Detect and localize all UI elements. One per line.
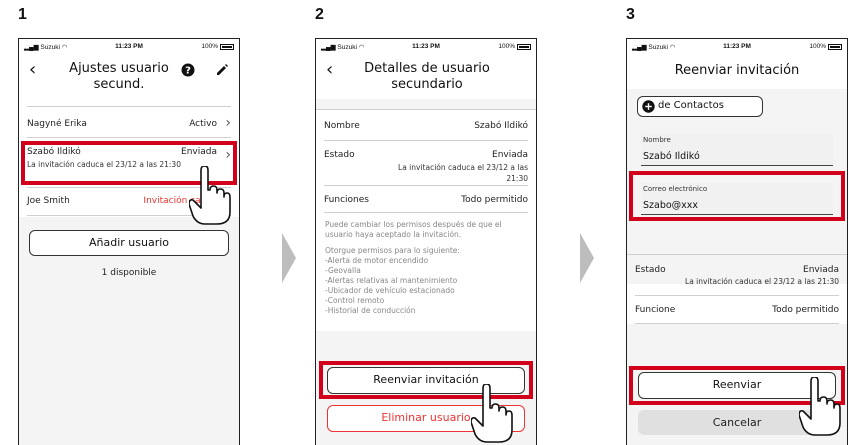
battery-icon — [517, 43, 531, 50]
divider — [27, 106, 231, 107]
step-arrow-icon — [282, 233, 296, 283]
phone-screen-2: ▂▄▆ Suzuki ◠ 11:23 PM 100% ‹ Detalles de… — [315, 38, 537, 445]
highlight-frame — [629, 171, 845, 221]
divider — [27, 137, 231, 138]
status-bar: ▂▄▆ Suzuki ◠ 11:23 PM 100% — [19, 39, 239, 53]
help-icon[interactable]: ? — [181, 63, 195, 77]
name-field[interactable]: Nombre Szabó Ildikó — [641, 134, 833, 166]
page-title: Reenviar invitación — [674, 63, 800, 78]
svg-text:?: ? — [185, 66, 191, 77]
step-number-1: 1 — [18, 6, 27, 23]
plus-circle-icon — [642, 100, 655, 113]
name-row: Nombre Szabó Ildikó — [324, 121, 528, 131]
battery-level: 100% — [201, 43, 218, 50]
divider — [324, 212, 528, 213]
divider — [316, 109, 536, 110]
page-title: Ajustes usuario secund. — [69, 61, 169, 92]
hand-pointer-icon — [471, 384, 513, 443]
hand-pointer-icon — [189, 166, 231, 225]
battery-icon — [828, 43, 842, 50]
phone-screen-3: ▂▄▆ Suzuki ◠ 11:23 PM 100% Reenviar invi… — [626, 38, 848, 445]
state-row: Estado Enviada La invitación caduca el 2… — [324, 150, 528, 183]
divider — [324, 140, 528, 141]
back-icon[interactable]: ‹ — [29, 61, 36, 79]
chevron-right-icon: › — [225, 115, 231, 131]
divider — [627, 254, 847, 255]
page-title: Detalles de usuario secundario — [364, 61, 490, 92]
step-number-2: 2 — [315, 6, 324, 23]
phone-screen-1: ▂▄▆ Suzuki ◠ 11:23 PM 100% ‹ Ajustes usu… — [18, 38, 240, 445]
divider — [324, 185, 528, 186]
step-number-3: 3 — [626, 6, 635, 23]
status-bar: ▂▄▆ Suzuki ◠ 11:23 PM 100% — [316, 39, 536, 53]
from-contacts-button[interactable]: de Contactos — [637, 96, 763, 117]
available-count: 1 disponible — [101, 268, 157, 278]
add-user-button[interactable]: Añadir usuario — [29, 230, 229, 256]
state-row: Estado Enviada La invitación caduca el 2… — [635, 265, 839, 286]
battery-icon — [220, 43, 234, 50]
edit-icon[interactable] — [215, 63, 229, 77]
status-bar: ▂▄▆ Suzuki ◠ 11:23 PM 100% — [627, 39, 847, 53]
hand-pointer-icon — [799, 377, 841, 436]
functions-row: Funciones Todo permitido — [324, 195, 528, 205]
permissions-info: Puede cambiar los permisos después de qu… — [325, 220, 502, 315]
step-arrow-icon — [580, 233, 594, 283]
back-icon[interactable]: ‹ — [326, 61, 333, 79]
divider — [635, 295, 839, 296]
functions-row: Funcione Todo permitido — [635, 305, 839, 315]
list-item[interactable]: Nagyné Erika Activo › — [27, 115, 231, 133]
battery-level: 100% — [809, 43, 826, 50]
battery-level: 100% — [498, 43, 515, 50]
